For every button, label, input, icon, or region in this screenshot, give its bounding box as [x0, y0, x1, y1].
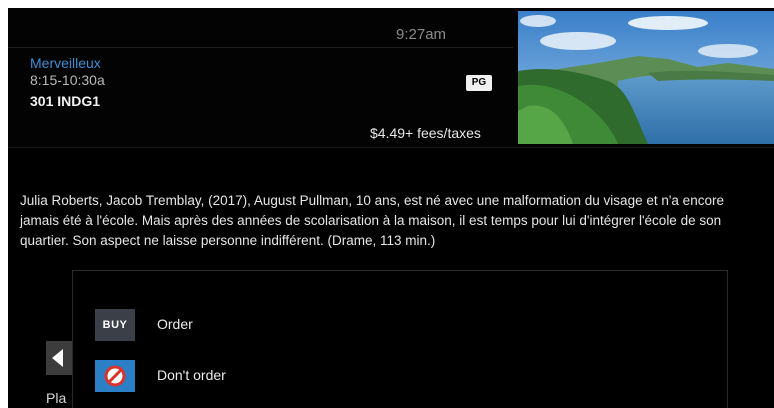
- back-arrow-icon: [52, 349, 63, 367]
- divider: [8, 147, 774, 148]
- program-description: Julia Roberts, Jacob Tremblay, (2017), A…: [20, 193, 724, 248]
- price-label: $4.49+ fees/taxes: [370, 125, 481, 141]
- buy-icon: BUY: [95, 309, 135, 341]
- program-title: Merveilleux: [30, 55, 101, 71]
- clock: 9:27am: [396, 26, 447, 43]
- prohibited-icon: [95, 360, 135, 392]
- landscape-image: [518, 11, 774, 144]
- divider: [8, 47, 513, 48]
- program-info-panel: 9:27am Merveilleux 8:15-10:30a 301 INDG1…: [8, 8, 774, 147]
- program-thumbnail: [518, 11, 774, 144]
- order-label: Order: [157, 316, 193, 332]
- program-time: 8:15-10:30a: [30, 72, 105, 88]
- channel-name: 301 INDG1: [30, 93, 101, 109]
- order-option[interactable]: BUY Order: [95, 307, 495, 343]
- rating-badge: PG: [466, 75, 492, 91]
- dont-order-option[interactable]: Don't order: [95, 358, 495, 394]
- back-label: Pla: [46, 390, 67, 406]
- tv-screen: 9:27am Merveilleux 8:15-10:30a 301 INDG1…: [8, 8, 774, 408]
- dont-order-label: Don't order: [157, 367, 226, 383]
- order-dialog: BUY Order Don't order: [72, 270, 728, 408]
